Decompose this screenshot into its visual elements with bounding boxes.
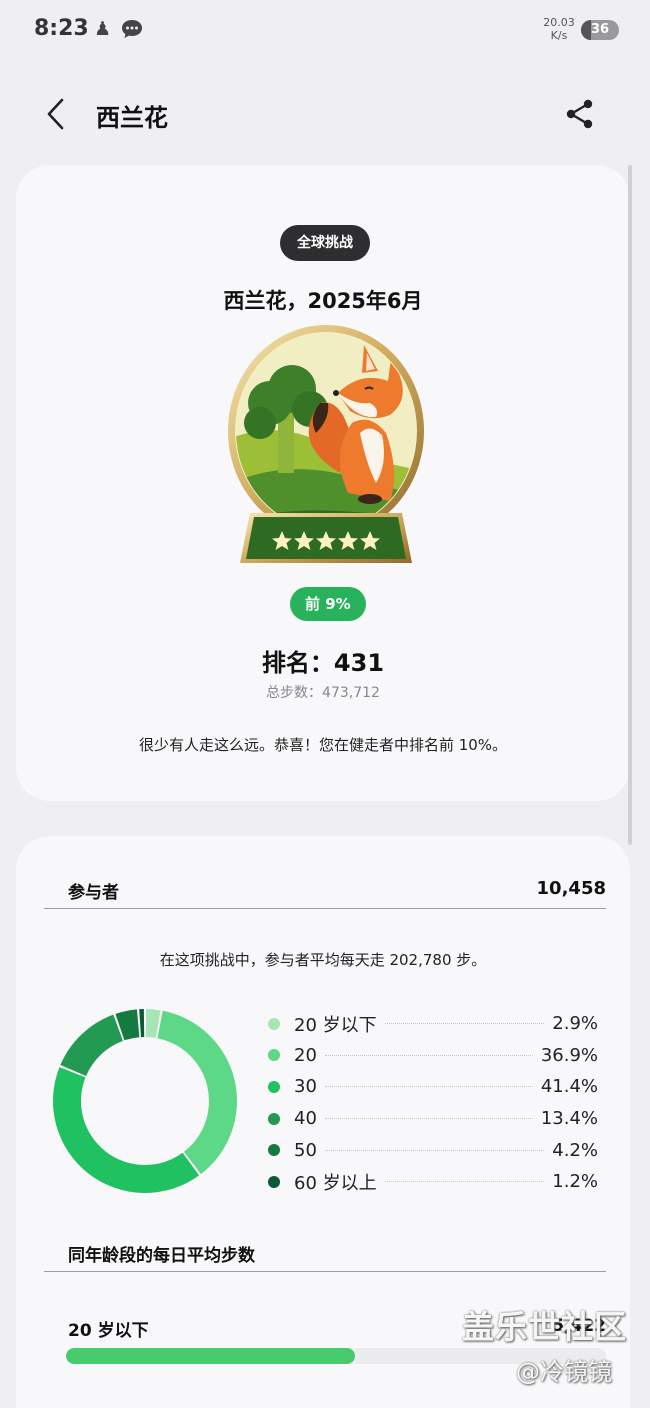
legend-leader-line	[384, 1023, 545, 1025]
fox-broccoli-badge-icon	[228, 325, 424, 563]
back-button[interactable]	[38, 96, 74, 132]
net-speed-value: 20.03	[543, 16, 575, 29]
legend-dot	[268, 1144, 280, 1157]
legend-label: 30	[294, 1076, 317, 1098]
status-time: 8:23	[34, 16, 89, 41]
battery-indicator: 36	[581, 20, 619, 40]
participants-average-text: 在这项挑战中，参与者平均每天走 202,780 步。	[159, 951, 487, 969]
legend-dot	[268, 1175, 280, 1188]
app-header: 西兰花	[0, 84, 650, 146]
age-group-average-title: 同年龄段的每日平均步数	[68, 1246, 255, 1266]
legend-value: 2.9%	[552, 1013, 598, 1035]
legend-value: 41.4%	[540, 1076, 598, 1098]
watermark-author: @冷镜镜	[516, 1358, 612, 1386]
age-distribution-legend: 20 岁以下 2.9% 20 36.9% 30 41.4% 40 13.4% 50 4.2% 60 …	[268, 1008, 598, 1198]
donut-slice-2	[52, 1067, 200, 1193]
legend-value: 4.2%	[552, 1139, 598, 1161]
legend-dot	[268, 1049, 280, 1062]
chat-bubble-icon	[120, 18, 144, 45]
legend-dot	[268, 1080, 280, 1093]
legend-item: 20 36.9%	[268, 1040, 598, 1072]
legend-leader-line	[324, 1149, 545, 1151]
legend-label: 40	[294, 1108, 317, 1130]
watermark-title: 盖乐世社区	[462, 1308, 628, 1346]
donut-slice-3	[60, 1014, 123, 1076]
global-challenge-chip: 全球挑战	[280, 225, 370, 261]
legend-item: 30 41.4%	[268, 1071, 598, 1103]
donut-slice-5	[139, 1009, 145, 1038]
chevron-left-icon	[47, 98, 64, 130]
donut-slice-1	[157, 1010, 237, 1175]
legend-leader-line	[324, 1054, 533, 1056]
legend-item: 20 岁以下 2.9%	[268, 1008, 598, 1040]
rank-percent-badge: 前 9%	[290, 587, 366, 621]
legend-value: 36.9%	[540, 1044, 598, 1066]
legend-leader-line	[324, 1086, 533, 1088]
net-speed: 20.03 K/s	[540, 16, 578, 42]
net-speed-unit: K/s	[550, 29, 568, 42]
age-group-label: 20 岁以下	[68, 1321, 149, 1341]
battery-level: 36	[590, 22, 610, 37]
scrollbar[interactable]	[628, 165, 632, 845]
participants-label: 参与者	[68, 883, 119, 903]
age-group-progress-fill	[66, 1348, 355, 1364]
legend-label: 50	[294, 1139, 317, 1161]
legend-leader-line	[324, 1118, 533, 1120]
legend-label: 60 岁以上	[294, 1172, 377, 1194]
divider	[44, 908, 606, 909]
legend-item: 50 4.2%	[268, 1134, 598, 1166]
legend-label: 20 岁以下	[294, 1014, 377, 1036]
legend-item: 40 13.4%	[268, 1103, 598, 1135]
challenge-title: 西兰花，2025年6月	[223, 289, 423, 313]
legend-dot	[268, 1017, 280, 1030]
challenge-result-card: 全球挑战 西兰花，2025年6月 前 9% 排名：431 总步数：473,712…	[16, 165, 630, 801]
divider	[44, 1271, 606, 1272]
age-distribution-donut-chart	[52, 1009, 237, 1193]
legend-dot	[268, 1112, 280, 1125]
notification-app-icon: ♟	[94, 18, 112, 40]
legend-value: 13.4%	[540, 1108, 598, 1130]
rank-value: 排名：431	[261, 649, 385, 677]
total-steps: 总步数：473,712	[266, 685, 380, 701]
share-button[interactable]	[562, 96, 598, 132]
participants-count: 10,458	[536, 878, 606, 899]
page-title: 西兰花	[96, 104, 168, 132]
legend-leader-line	[384, 1181, 545, 1183]
status-bar: 8:23 ♟ 20.03 K/s 36	[0, 0, 650, 60]
legend-item: 60 岁以上 1.2%	[268, 1166, 598, 1198]
congrats-message: 很少有人走这么远。恭喜！您在健走者中排名前 10%。	[138, 736, 508, 754]
legend-label: 20	[294, 1044, 317, 1066]
share-icon	[566, 99, 593, 129]
legend-value: 1.2%	[552, 1171, 598, 1193]
